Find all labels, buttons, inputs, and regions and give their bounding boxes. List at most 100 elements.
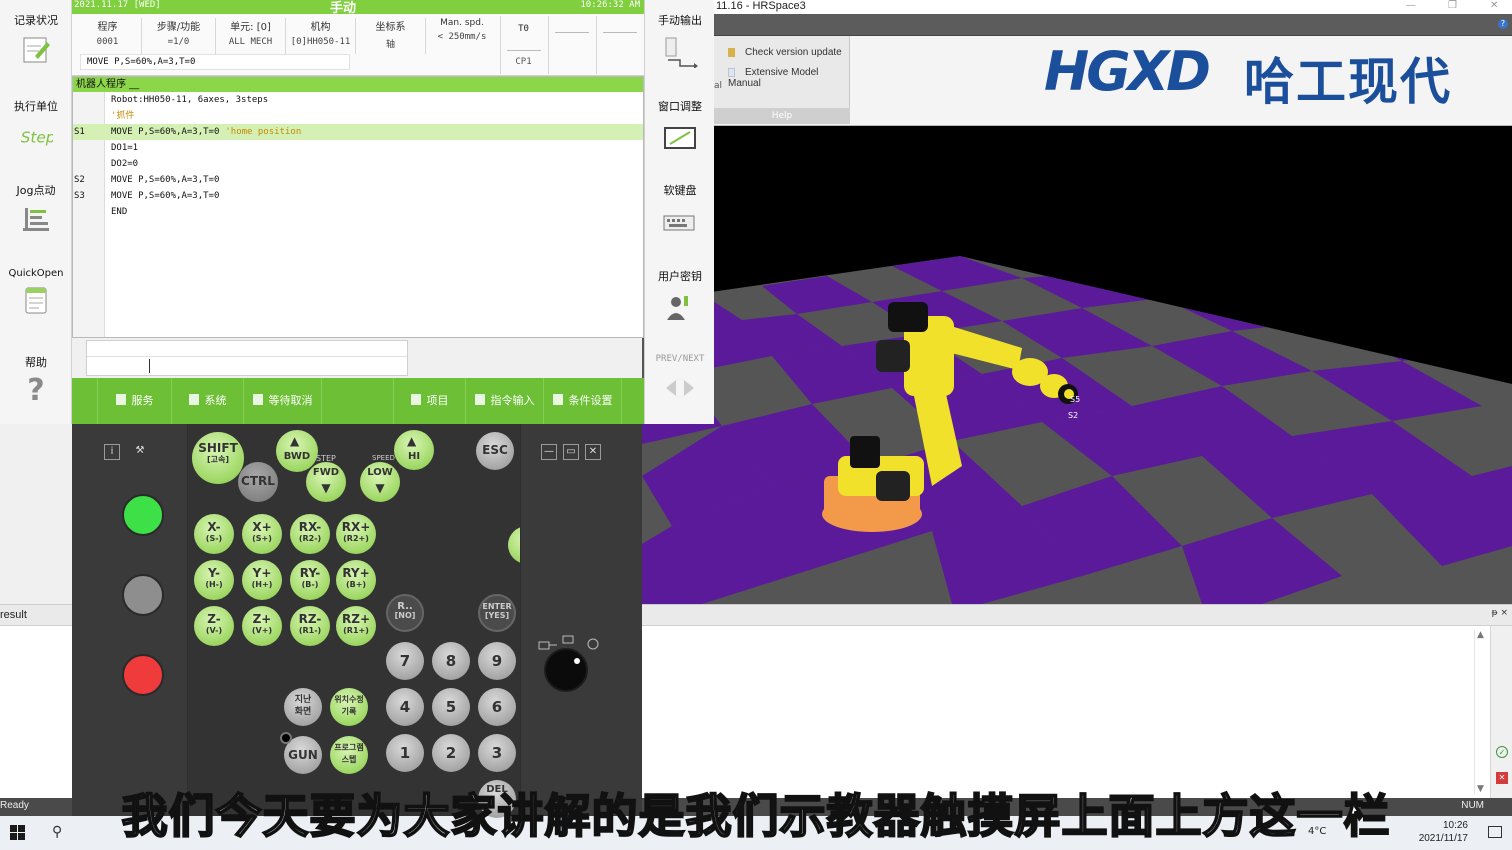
- esc-key[interactable]: ESC: [476, 432, 514, 470]
- pin-icon[interactable]: ᵽ ×: [1492, 608, 1508, 618]
- close-icon[interactable]: ✕: [1490, 0, 1498, 11]
- logo-chinese-text: 哈工现代: [1244, 53, 1452, 111]
- current-line-field[interactable]: MOVE P,S=60%,A=3,T=0: [80, 54, 350, 70]
- command-input-row[interactable]: [87, 341, 407, 357]
- red-stop-lamp[interactable]: [122, 654, 164, 696]
- robot-program-panel[interactable]: 机器人程序 __ Robot:HH050-11, 6axes, 3steps '…: [72, 76, 644, 338]
- menu-wait-cancel-button[interactable]: 等待取消: [244, 378, 322, 424]
- menu-project-button[interactable]: 项目: [394, 378, 466, 424]
- menu-command-input-button[interactable]: 指令输入: [466, 378, 544, 424]
- jog-dial-knob[interactable]: [544, 648, 588, 692]
- program-listing[interactable]: Robot:HH050-11, 6axes, 3steps '抓件 S1 MOV…: [73, 92, 643, 337]
- jog-y-plus-key[interactable]: Y+ (H+): [242, 560, 282, 600]
- soft-keyboard-button[interactable]: 软键盘: [645, 182, 715, 238]
- key-8[interactable]: 8: [432, 642, 470, 680]
- command-input-box[interactable]: [86, 340, 408, 376]
- jog-x-minus-key[interactable]: X- (S-): [194, 514, 234, 554]
- info-mechanism[interactable]: 机构 [0]HH050-11: [286, 18, 356, 54]
- key-9[interactable]: 9: [478, 642, 516, 680]
- prev-screen-key[interactable]: 지난 화면: [284, 688, 322, 726]
- program-line-selected[interactable]: S1 MOVE P,S=60%,A=3,T=0 'home position: [73, 124, 643, 140]
- restore-icon[interactable]: ▭: [563, 444, 579, 460]
- restore-icon[interactable]: ❐: [1448, 0, 1457, 11]
- jog-ry-plus-key[interactable]: RY+ (B+): [336, 560, 376, 600]
- low-key[interactable]: LOW ▼: [360, 462, 400, 502]
- program-line[interactable]: S2 MOVE P,S=60%,A=3,T=0: [73, 172, 643, 188]
- status-box-3[interactable]: [596, 16, 642, 74]
- key-6[interactable]: 6: [478, 688, 516, 726]
- jog-z-plus-key[interactable]: Z+ (V+): [242, 606, 282, 646]
- manual-output-button[interactable]: 手动输出: [645, 12, 715, 68]
- enter-key[interactable]: ENTER [YES]: [478, 594, 516, 632]
- minimize-icon[interactable]: —: [541, 444, 557, 460]
- jog-rz-plus-key[interactable]: RZ+ (R1+): [336, 606, 376, 646]
- minimize-icon[interactable]: —: [1406, 0, 1416, 11]
- position-edit-key[interactable]: 위치수정 기록: [330, 688, 368, 726]
- menu-empty-slot[interactable]: [322, 378, 394, 424]
- jog-z-minus-key[interactable]: Z- (V-): [194, 606, 234, 646]
- check-version-update-button[interactable]: Check version update: [728, 47, 842, 58]
- jog-y-minus-key[interactable]: Y- (H-): [194, 560, 234, 600]
- menu-condition-settings-button[interactable]: 条件设置: [544, 378, 622, 424]
- menu-service-button[interactable]: 服务: [98, 378, 172, 424]
- program-line[interactable]: DO1=1: [73, 140, 643, 156]
- ctrl-key[interactable]: CTRL: [238, 462, 278, 502]
- info-step-key: 步骤/功能: [156, 22, 201, 33]
- pendant-date: 2021.11.17 [WED]: [74, 0, 161, 10]
- green-start-lamp[interactable]: [122, 494, 164, 536]
- grey-lamp[interactable]: [122, 574, 164, 616]
- hi-key[interactable]: ▲ HI: [394, 430, 434, 470]
- status-box-1[interactable]: T0 CP1: [500, 16, 546, 74]
- key-7[interactable]: 7: [386, 642, 424, 680]
- user-key-button[interactable]: 用户密钥: [645, 268, 715, 324]
- jog-x-plus-key[interactable]: X+ (S+): [242, 514, 282, 554]
- key-3[interactable]: 3: [478, 734, 516, 772]
- key-5[interactable]: 5: [432, 688, 470, 726]
- info-coordinate[interactable]: 坐标系 轴: [356, 18, 426, 54]
- info-icon[interactable]: i: [104, 444, 120, 460]
- key-2[interactable]: 2: [432, 734, 470, 772]
- extensive-model-manual-button[interactable]: Extensive Model Manual: [728, 67, 849, 89]
- fwd-key[interactable]: FWD ▼: [306, 462, 346, 502]
- help-button[interactable]: 帮助 ?: [0, 354, 72, 406]
- jog-ry-minus-key[interactable]: RY- (B-): [290, 560, 330, 600]
- program-line[interactable]: '抓件: [73, 108, 643, 124]
- program-line[interactable]: END: [73, 204, 643, 220]
- jog-rz-minus-key[interactable]: RZ- (R1-): [290, 606, 330, 646]
- program-line[interactable]: Robot:HH050-11, 6axes, 3steps: [73, 92, 643, 108]
- close-icon[interactable]: ✕: [585, 444, 601, 460]
- prev-next-button[interactable]: PREV/NEXT: [645, 354, 715, 404]
- key-1[interactable]: 1: [386, 734, 424, 772]
- jog-button[interactable]: Jog点动: [0, 182, 72, 234]
- program-line[interactable]: S3 MOVE P,S=60%,A=3,T=0: [73, 188, 643, 204]
- program-step-key[interactable]: 프로그램 스텝: [330, 736, 368, 774]
- status-box-2[interactable]: [548, 16, 594, 74]
- r-no-key[interactable]: R.. [NO]: [386, 594, 424, 632]
- execution-unit-button[interactable]: 执行单位 Step: [0, 98, 72, 150]
- record-status-button[interactable]: 记录状况: [0, 12, 72, 64]
- r-no-sub: [NO]: [394, 611, 416, 620]
- help-question-icon[interactable]: ?: [1498, 19, 1508, 29]
- program-line[interactable]: DO2=0: [73, 156, 643, 172]
- menu-system-button[interactable]: 系统: [172, 378, 244, 424]
- jog-rx-plus-key[interactable]: RX+ (R2+): [336, 514, 376, 554]
- key-4[interactable]: 4: [386, 688, 424, 726]
- jog-rx-minus-key[interactable]: RX- (R2-): [290, 514, 330, 554]
- robot-3d-viewport[interactable]: S5 S2: [642, 126, 1512, 604]
- info-unit[interactable]: 单元: [0] ALL MECH: [216, 18, 286, 54]
- info-step[interactable]: 步骤/功能 =1/0: [142, 18, 216, 54]
- scroll-up-icon[interactable]: ▲: [1477, 630, 1484, 640]
- check-icon[interactable]: ✓: [1496, 746, 1508, 758]
- pendant-menu-bar: 服务 系统 等待取消 项目 指令输入 条件设置: [72, 378, 644, 424]
- shift-key[interactable]: SHIFT [고속]: [192, 432, 244, 484]
- jog-key-sub: (H+): [251, 580, 273, 589]
- error-icon[interactable]: ✕: [1496, 772, 1508, 784]
- info-speed[interactable]: Man. spd. < 250mm/s: [426, 18, 498, 54]
- window-adjust-button[interactable]: 窗口调整: [645, 98, 715, 154]
- tool-icon[interactable]: ⚒: [132, 444, 148, 460]
- info-program[interactable]: 程序 0001: [74, 18, 142, 54]
- result-scrollbar[interactable]: ▲ ▼: [1474, 630, 1488, 794]
- quickopen-button[interactable]: QuickOpen: [0, 268, 72, 315]
- bwd-key[interactable]: ▲ BWD: [276, 430, 318, 472]
- help-group-label: Help: [714, 108, 850, 124]
